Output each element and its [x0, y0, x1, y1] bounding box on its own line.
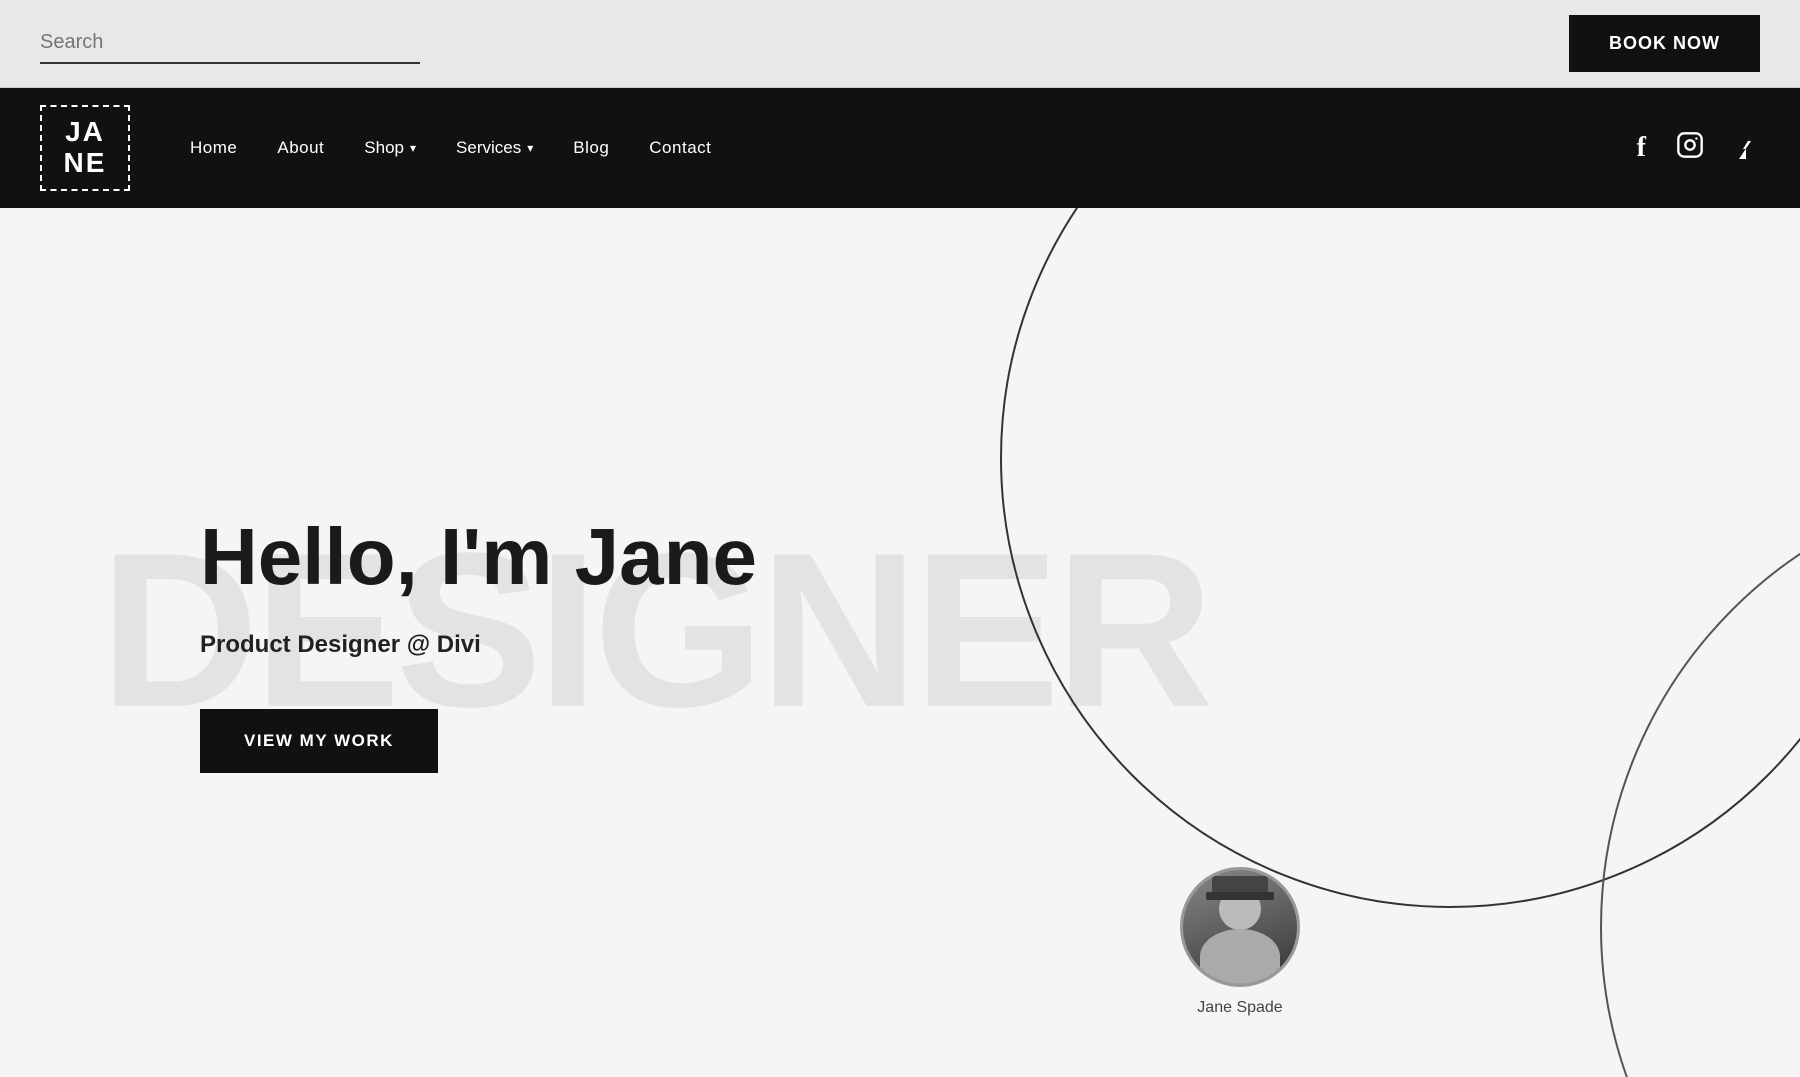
- nav-item-services[interactable]: Services ▾: [456, 138, 533, 158]
- nav-item-shop[interactable]: Shop ▾: [364, 138, 416, 158]
- deviantart-icon[interactable]: [1734, 131, 1760, 166]
- services-dropdown-arrow: ▾: [527, 141, 533, 155]
- nav-link-shop: Shop: [364, 138, 404, 158]
- nav-link-about[interactable]: About: [277, 138, 324, 157]
- avatar-name: Jane Spade: [1180, 999, 1300, 1017]
- nav-links: Home About Shop ▾ Services ▾ Blog: [190, 138, 711, 158]
- nav-social: f: [1637, 131, 1760, 166]
- avatar: [1180, 867, 1300, 987]
- circle-decoration-main: [1000, 208, 1800, 908]
- avatar-hat: [1212, 876, 1268, 896]
- nav-link-blog[interactable]: Blog: [573, 138, 609, 157]
- shop-dropdown-arrow: ▾: [410, 141, 416, 155]
- nav-item-about[interactable]: About: [277, 138, 324, 158]
- search-container: [40, 23, 460, 64]
- logo[interactable]: JANE: [40, 105, 130, 191]
- facebook-icon[interactable]: f: [1637, 132, 1646, 164]
- hero-content: Hello, I'm Jane Product Designer @ Divi …: [0, 433, 757, 853]
- nav-dropdown-shop[interactable]: Shop ▾: [364, 138, 416, 158]
- nav-link-contact[interactable]: Contact: [649, 138, 711, 157]
- nav-dropdown-services[interactable]: Services ▾: [456, 138, 533, 158]
- circle-decoration-secondary: [1600, 477, 1800, 1077]
- logo-text: JANE: [64, 116, 107, 178]
- instagram-icon[interactable]: [1676, 131, 1704, 166]
- hero-section: DESIGNER Hello, I'm Jane Product Designe…: [0, 208, 1800, 1077]
- navbar: JANE Home About Shop ▾ Services ▾: [0, 88, 1800, 208]
- nav-item-contact[interactable]: Contact: [649, 138, 711, 158]
- nav-item-home[interactable]: Home: [190, 138, 237, 158]
- view-work-button[interactable]: VIEW MY WORK: [200, 709, 438, 773]
- nav-link-home[interactable]: Home: [190, 138, 237, 157]
- nav-item-blog[interactable]: Blog: [573, 138, 609, 158]
- hero-heading: Hello, I'm Jane: [200, 513, 757, 601]
- avatar-image: [1183, 870, 1297, 984]
- top-bar: BOOK NOW: [0, 0, 1800, 88]
- avatar-container: Jane Spade: [1180, 867, 1300, 1017]
- nav-left: JANE Home About Shop ▾ Services ▾: [40, 105, 711, 191]
- nav-link-services: Services: [456, 138, 521, 158]
- book-now-button[interactable]: BOOK NOW: [1569, 15, 1760, 72]
- hero-subtitle: Product Designer @ Divi: [200, 631, 757, 659]
- search-input[interactable]: [40, 23, 420, 64]
